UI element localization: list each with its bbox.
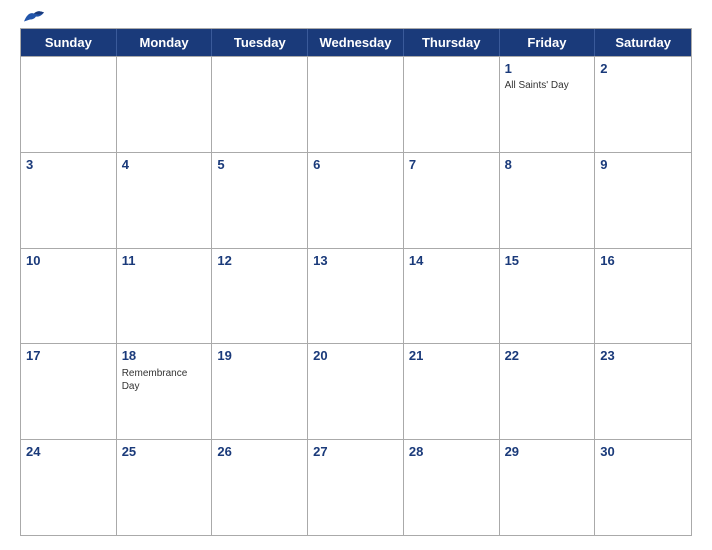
week-row-1: 1All Saints' Day2 bbox=[21, 56, 691, 152]
day-cell: 20 bbox=[308, 344, 404, 439]
day-number: 26 bbox=[217, 443, 302, 461]
day-cell: 27 bbox=[308, 440, 404, 535]
day-cell bbox=[212, 57, 308, 152]
day-header-thursday: Thursday bbox=[404, 29, 500, 56]
day-number: 5 bbox=[217, 156, 302, 174]
day-cell: 21 bbox=[404, 344, 500, 439]
day-number: 9 bbox=[600, 156, 686, 174]
day-cell: 2 bbox=[595, 57, 691, 152]
day-cell: 25 bbox=[117, 440, 213, 535]
day-cell bbox=[308, 57, 404, 152]
day-cell: 8 bbox=[500, 153, 596, 248]
logo bbox=[20, 8, 48, 29]
day-header-saturday: Saturday bbox=[595, 29, 691, 56]
day-number: 8 bbox=[505, 156, 590, 174]
day-number: 2 bbox=[600, 60, 686, 78]
day-cell: 12 bbox=[212, 249, 308, 344]
day-cell: 4 bbox=[117, 153, 213, 248]
logo-bird-icon bbox=[20, 8, 48, 28]
day-cell: 11 bbox=[117, 249, 213, 344]
day-number: 3 bbox=[26, 156, 111, 174]
day-number: 10 bbox=[26, 252, 111, 270]
day-number: 28 bbox=[409, 443, 494, 461]
day-event: All Saints' Day bbox=[505, 79, 590, 92]
day-number: 6 bbox=[313, 156, 398, 174]
day-cell: 19 bbox=[212, 344, 308, 439]
day-header-sunday: Sunday bbox=[21, 29, 117, 56]
calendar-page: SundayMondayTuesdayWednesdayThursdayFrid… bbox=[0, 0, 712, 550]
weeks-container: 1All Saints' Day234567891011121314151617… bbox=[21, 56, 691, 535]
calendar-grid: SundayMondayTuesdayWednesdayThursdayFrid… bbox=[20, 28, 692, 536]
day-number: 20 bbox=[313, 347, 398, 365]
day-cell: 22 bbox=[500, 344, 596, 439]
day-number: 29 bbox=[505, 443, 590, 461]
day-cell: 1All Saints' Day bbox=[500, 57, 596, 152]
day-event: Remembrance Day bbox=[122, 367, 207, 393]
day-cell: 3 bbox=[21, 153, 117, 248]
day-cell: 30 bbox=[595, 440, 691, 535]
day-cell: 18 Remembrance Day bbox=[117, 344, 213, 439]
days-header: SundayMondayTuesdayWednesdayThursdayFrid… bbox=[21, 29, 691, 56]
day-cell: 16 bbox=[595, 249, 691, 344]
day-cell: 7 bbox=[404, 153, 500, 248]
day-header-tuesday: Tuesday bbox=[212, 29, 308, 56]
day-number: 12 bbox=[217, 252, 302, 270]
day-cell: 5 bbox=[212, 153, 308, 248]
day-cell: 9 bbox=[595, 153, 691, 248]
day-cell: 26 bbox=[212, 440, 308, 535]
day-number: 21 bbox=[409, 347, 494, 365]
day-number: 27 bbox=[313, 443, 398, 461]
day-header-monday: Monday bbox=[117, 29, 213, 56]
day-cell: 10 bbox=[21, 249, 117, 344]
day-number: 14 bbox=[409, 252, 494, 270]
day-cell bbox=[21, 57, 117, 152]
day-number: 13 bbox=[313, 252, 398, 270]
day-number: 1 bbox=[505, 60, 590, 78]
week-row-3: 10 11 12 13 14 15 16 bbox=[21, 248, 691, 344]
day-number: 23 bbox=[600, 347, 686, 365]
day-cell: 17 bbox=[21, 344, 117, 439]
day-number: 18 bbox=[122, 347, 207, 365]
day-number: 4 bbox=[122, 156, 207, 174]
day-number: 25 bbox=[122, 443, 207, 461]
day-cell: 14 bbox=[404, 249, 500, 344]
day-number: 30 bbox=[600, 443, 686, 461]
day-number: 15 bbox=[505, 252, 590, 270]
day-number: 17 bbox=[26, 347, 111, 365]
week-row-2: 3456789 bbox=[21, 152, 691, 248]
week-row-5: 24 25 26 27 28 29 30 bbox=[21, 439, 691, 535]
day-number: 11 bbox=[122, 252, 207, 270]
day-number: 19 bbox=[217, 347, 302, 365]
day-header-wednesday: Wednesday bbox=[308, 29, 404, 56]
day-cell: 29 bbox=[500, 440, 596, 535]
day-cell: 28 bbox=[404, 440, 500, 535]
week-row-4: 17 18 Remembrance Day 19 20 21 22 23 bbox=[21, 343, 691, 439]
day-number: 16 bbox=[600, 252, 686, 270]
day-header-friday: Friday bbox=[500, 29, 596, 56]
day-number: 7 bbox=[409, 156, 494, 174]
day-cell bbox=[404, 57, 500, 152]
day-cell: 13 bbox=[308, 249, 404, 344]
day-number: 24 bbox=[26, 443, 111, 461]
day-cell bbox=[117, 57, 213, 152]
day-number: 22 bbox=[505, 347, 590, 365]
day-cell: 6 bbox=[308, 153, 404, 248]
day-cell: 24 bbox=[21, 440, 117, 535]
day-cell: 15 bbox=[500, 249, 596, 344]
day-cell: 23 bbox=[595, 344, 691, 439]
